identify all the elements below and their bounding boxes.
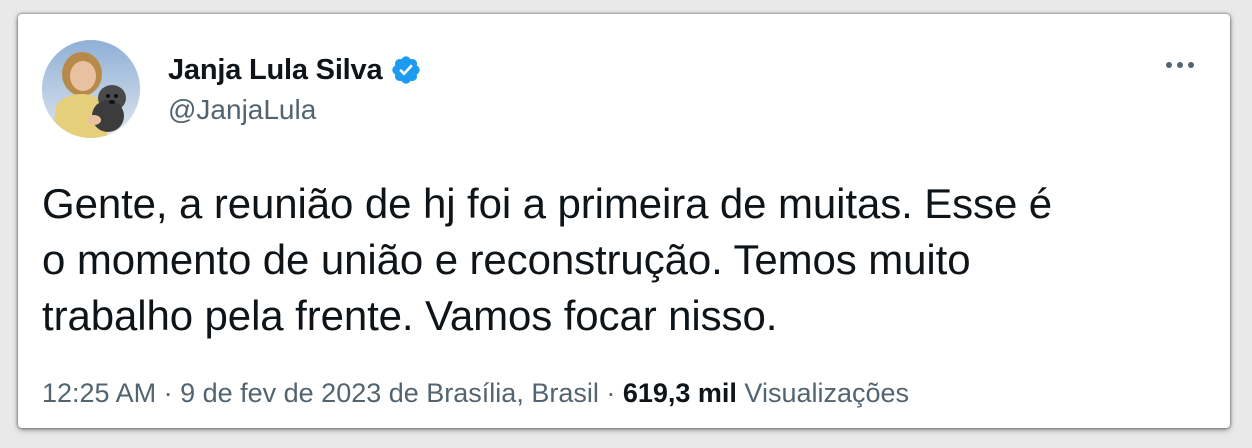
tweet-text-line: trabalho pela frente. Vamos focar nisso.	[42, 292, 778, 339]
views-label[interactable]: Visualizações	[737, 378, 909, 408]
tweet-time[interactable]: 12:25 AM	[42, 378, 156, 408]
views-count[interactable]: 619,3 mil	[623, 378, 737, 408]
tweet-text-line: Gente, a reunião de hj foi a primeira de…	[42, 180, 1053, 227]
tweet-text-line: o momento de união e reconstrução. Temos…	[42, 236, 971, 283]
author-display-name[interactable]: Janja Lula Silva	[168, 54, 383, 87]
tweet-date-location[interactable]: 9 de fev de 2023 de Brasília, Brasil	[180, 378, 599, 408]
avatar[interactable]	[42, 40, 140, 138]
avatar-image	[42, 40, 140, 138]
more-options-button[interactable]	[1160, 50, 1200, 80]
meta-separator: ·	[156, 378, 181, 408]
meta-separator: ·	[598, 378, 623, 408]
more-horizontal-icon	[1166, 62, 1194, 68]
tweet-card: Janja Lula Silva @JanjaLula Gente, a reu…	[18, 14, 1230, 428]
tweet-meta: 12:25 AM · 9 de fev de 2023 de Brasília,…	[42, 378, 909, 409]
tweet-text: Gente, a reunião de hj foi a primeira de…	[42, 176, 1212, 344]
verified-badge-icon	[390, 54, 422, 86]
author-name-row: Janja Lula Silva	[168, 52, 422, 88]
author-handle[interactable]: @JanjaLula	[168, 94, 316, 126]
